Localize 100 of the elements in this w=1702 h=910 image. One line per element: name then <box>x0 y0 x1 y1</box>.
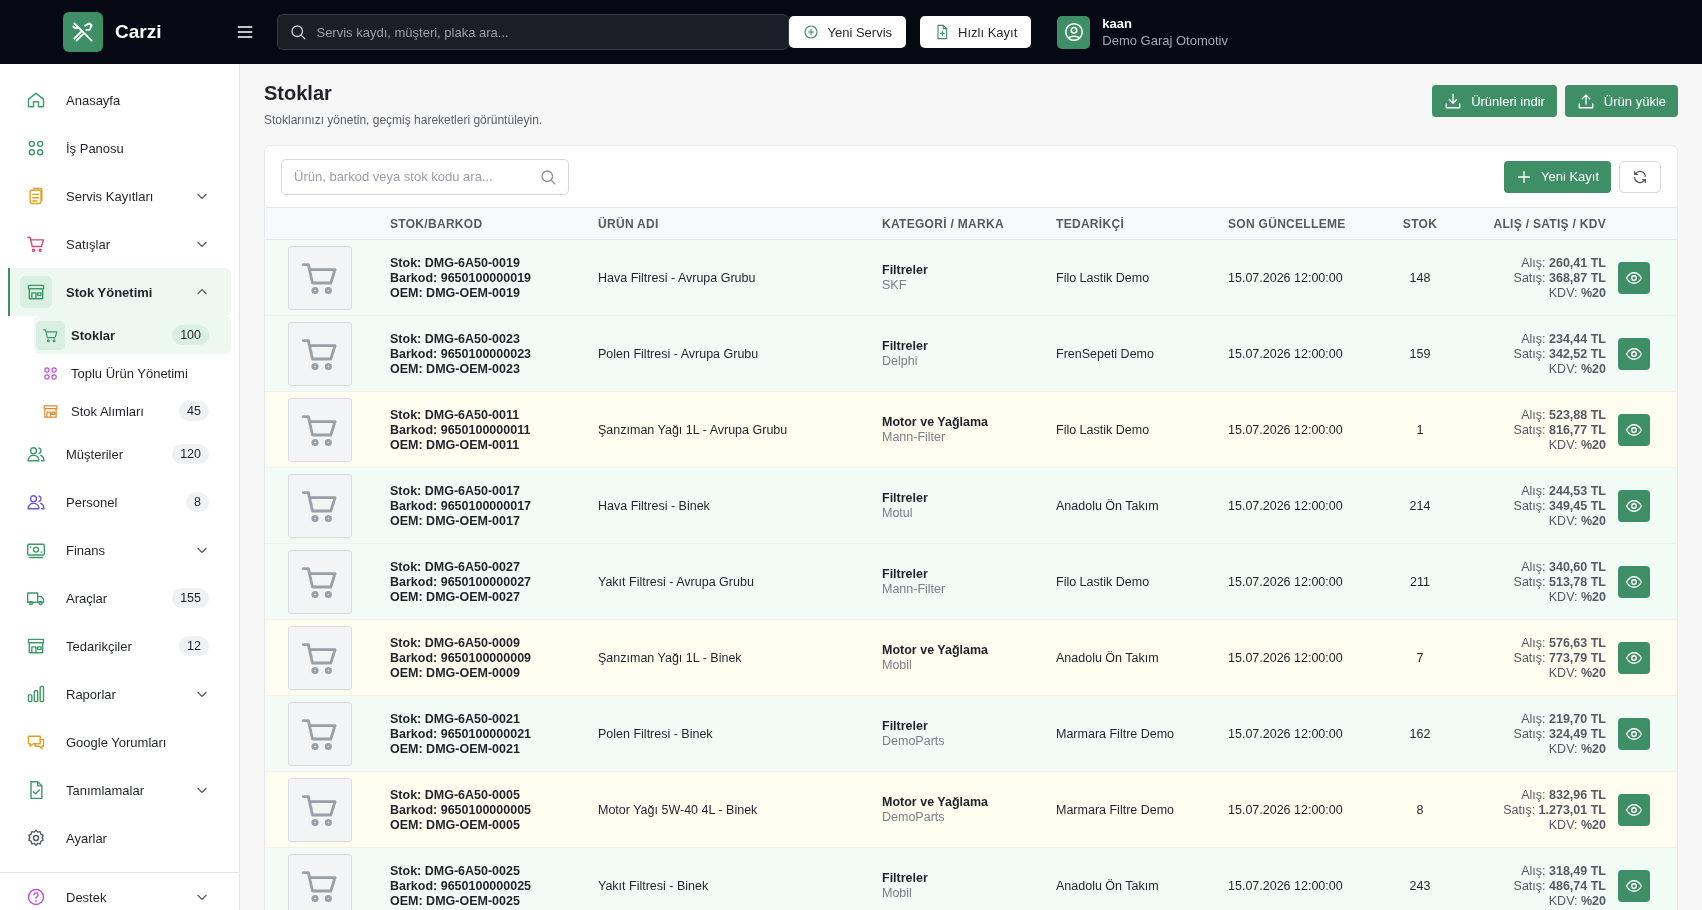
supplier: Filo Lastik Demo <box>1056 270 1151 285</box>
purchase-price: Alış: 523,88 TL <box>1521 407 1606 422</box>
oem-code: OEM: DMG-OEM-0011 <box>390 437 521 452</box>
clipboard-icon <box>26 186 46 206</box>
oem-code: OEM: DMG-OEM-0021 <box>390 741 521 756</box>
barcode: Barkod: 9650100000023 <box>390 346 533 361</box>
cart-icon <box>26 234 46 254</box>
updated-date: 15.07.2026 12:00:00 <box>1228 422 1344 437</box>
sidebar-item[interactable]: Tedarikçiler 12 <box>0 622 231 670</box>
sidebar-item[interactable]: Personel 8 <box>0 478 231 526</box>
store-icon <box>42 402 59 420</box>
category: Filtreler <box>882 719 929 733</box>
view-button[interactable] <box>1618 717 1650 750</box>
vat-rate: KDV: %20 <box>1548 817 1606 832</box>
view-button[interactable] <box>1618 793 1650 826</box>
stock-code: Stok: DMG-6A50-0017 <box>390 483 521 498</box>
plus-circle-icon <box>803 24 820 40</box>
user-avatar-icon[interactable] <box>1057 15 1091 49</box>
oem-code: OEM: DMG-OEM-0023 <box>390 361 521 376</box>
purchase-price: Alış: 832,96 TL <box>1521 787 1606 802</box>
updated-date: 15.07.2026 12:00:00 <box>1228 498 1344 513</box>
header-button[interactable]: Hızlı Kayıt <box>920 16 1032 48</box>
stock-count: 159 <box>1408 346 1432 361</box>
refresh-button[interactable] <box>1619 160 1661 193</box>
oem-code: OEM: DMG-OEM-0017 <box>390 513 521 528</box>
vat-rate: KDV: %20 <box>1548 361 1606 376</box>
vat-rate: KDV: %20 <box>1548 513 1606 528</box>
sale-price: Satış: 368,87 TL <box>1513 270 1606 285</box>
people-icon <box>26 492 46 512</box>
supplier: Marmara Filtre Demo <box>1056 802 1176 817</box>
company-name: Demo Garaj Otomotiv <box>1102 33 1228 48</box>
column-header: STOK <box>1401 216 1439 231</box>
vat-rate: KDV: %20 <box>1548 741 1606 756</box>
sidebar-item[interactable]: Müşteriler 120 <box>0 430 231 478</box>
brand: Motul <box>882 506 914 520</box>
refresh-icon <box>1632 168 1648 185</box>
vat-rate: KDV: %20 <box>1548 589 1606 604</box>
sidebar-item[interactable]: Stok Alımları 45 <box>0 392 231 430</box>
sidebar-item[interactable]: Finans <box>0 526 231 574</box>
supplier: Marmara Filtre Demo <box>1056 726 1176 741</box>
sale-price: Satış: 324,49 TL <box>1513 726 1606 741</box>
sidebar-item[interactable]: Stoklar 100 <box>34 316 231 354</box>
new-record-button[interactable]: Yeni Kayıt <box>1503 160 1611 193</box>
sidebar-item[interactable]: İş Panosu <box>0 124 231 172</box>
home-icon <box>26 90 46 110</box>
sidebar-item[interactable]: Servis Kayıtları <box>0 172 231 220</box>
view-button[interactable] <box>1618 261 1650 294</box>
updated-date: 15.07.2026 12:00:00 <box>1228 574 1344 589</box>
stock-count: 162 <box>1408 726 1432 741</box>
column-header: ALIŞ / SATIŞ / KDV <box>1492 216 1606 231</box>
sidebar-item[interactable]: Araçlar 155 <box>0 574 231 622</box>
stock-count: 214 <box>1408 498 1432 513</box>
barcode: Barkod: 9650100000009 <box>390 650 533 665</box>
category: Motor ve Yağlama <box>882 415 990 429</box>
barcode: Barkod: 9650100000011 <box>390 422 532 437</box>
header-button[interactable]: Yeni Servis <box>789 16 907 48</box>
oem-code: OEM: DMG-OEM-0025 <box>390 893 521 908</box>
view-button[interactable] <box>1618 641 1650 674</box>
sidebar-item[interactable]: Raporlar <box>0 670 231 718</box>
sidebar-item[interactable]: Destek <box>0 873 231 910</box>
sidebar-item[interactable]: Tanımlamalar <box>0 766 231 814</box>
category: Filtreler <box>882 491 929 505</box>
upload-icon <box>1576 92 1595 110</box>
oem-code: OEM: DMG-OEM-0005 <box>390 817 521 832</box>
view-button[interactable] <box>1618 565 1650 598</box>
column-header: STOK/BARKOD <box>390 216 484 231</box>
view-button[interactable] <box>1618 489 1650 522</box>
cart-icon <box>42 326 59 344</box>
sidebar-item[interactable]: Toplu Ürün Yönetimi <box>0 354 231 392</box>
stock-code: Stok: DMG-6A50-0021 <box>390 711 521 726</box>
sidebar-item[interactable]: Anasayfa <box>0 76 231 124</box>
brand: Mann-Filter <box>882 430 947 444</box>
count-badge: 45 <box>179 401 209 421</box>
sale-price: Satış: 1.273,01 TL <box>1503 802 1606 817</box>
sidebar-item[interactable]: Google Yorumları <box>0 718 231 766</box>
search-field[interactable]: Servis kaydı, müşteri, plaka ara... <box>277 14 790 50</box>
banknote-icon <box>26 540 46 560</box>
product-name: Polen Filtresi - Avrupa Grubu <box>598 346 760 361</box>
download-icon <box>1444 92 1463 110</box>
column-header: KATEGORİ / MARKA <box>882 216 1005 231</box>
stock-count: 211 <box>1409 574 1431 589</box>
view-button[interactable] <box>1618 413 1650 446</box>
download-button[interactable]: Ürünleri indir <box>1432 85 1557 117</box>
purchase-price: Alış: 576,63 TL <box>1521 635 1606 650</box>
stock-count: 7 <box>1415 650 1425 665</box>
view-button[interactable] <box>1618 337 1650 370</box>
sidebar-item[interactable]: Satışlar <box>0 220 231 268</box>
app-name: Carzi <box>115 21 162 43</box>
sidebar-item[interactable]: Ayarlar <box>0 814 231 862</box>
supplier: FrenSepeti Demo <box>1056 346 1155 361</box>
view-button[interactable] <box>1618 869 1650 902</box>
sidebar-item[interactable]: Stok Yönetimi <box>8 268 231 316</box>
stock-code: Stok: DMG-6A50-0011 <box>390 407 521 422</box>
barcode: Barkod: 9650100000019 <box>390 270 533 285</box>
upload-button[interactable]: Ürün yükle <box>1564 85 1678 117</box>
product-name: Hava Filtresi - Binek <box>598 498 711 513</box>
product-name: Hava Filtresi - Avrupa Grubu <box>598 270 757 285</box>
grid-icon <box>42 364 59 382</box>
category: Filtreler <box>882 263 929 277</box>
plus-icon <box>1515 168 1532 185</box>
